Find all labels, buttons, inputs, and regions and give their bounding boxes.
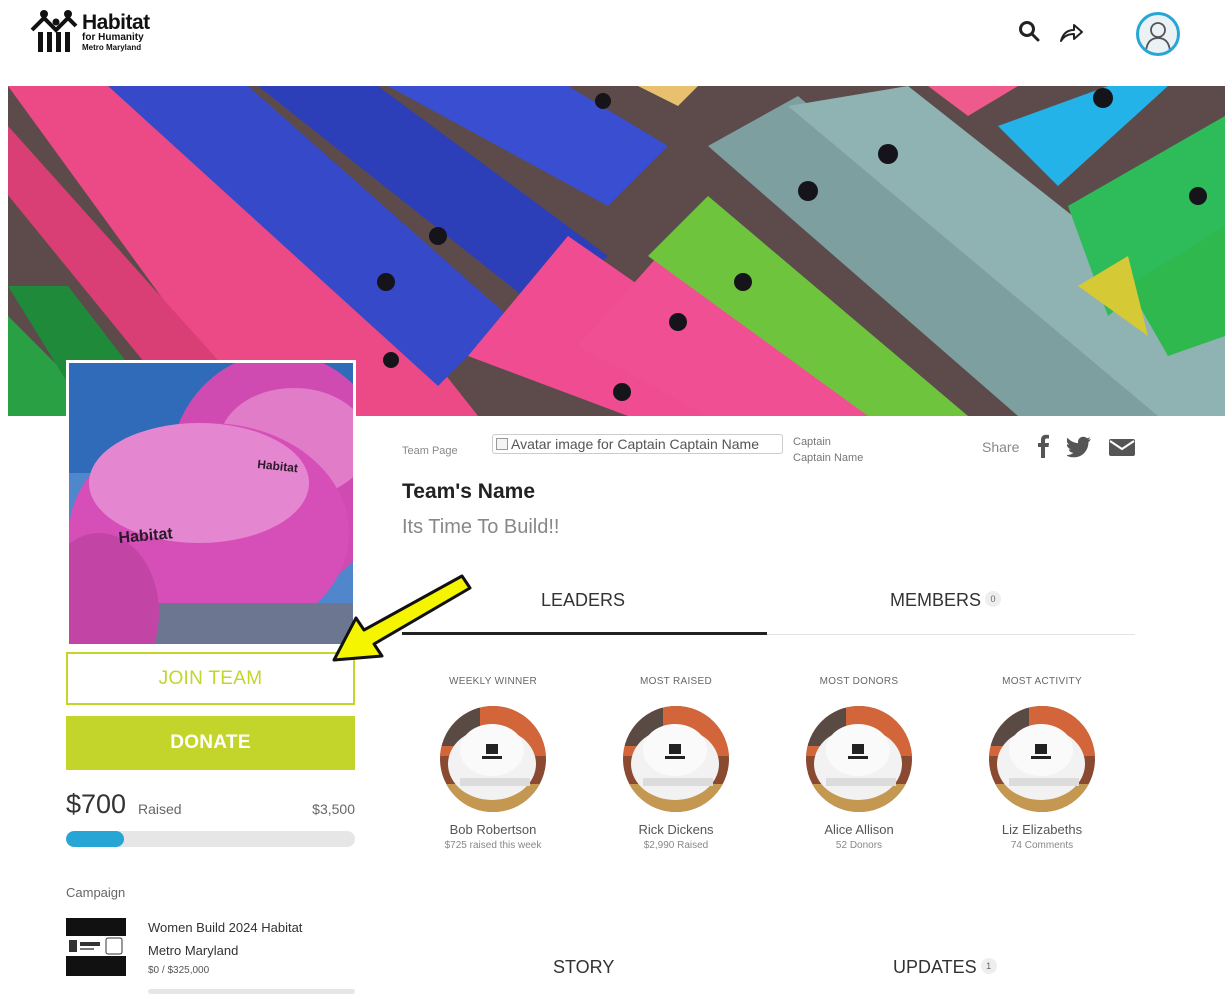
leader-card-most-donors[interactable]: MOST DONORS Alice Allison 52 Donors bbox=[769, 676, 949, 851]
leader-stat: 74 Comments bbox=[1010, 840, 1074, 851]
campaign-progress-bar bbox=[148, 989, 355, 994]
team-name: Team's Name bbox=[402, 480, 536, 503]
join-team-button[interactable]: JOIN TEAM bbox=[66, 652, 355, 705]
twitter-icon[interactable] bbox=[1067, 436, 1091, 458]
team-tagline: Its Time To Build!! bbox=[402, 516, 560, 538]
logo-subtitle: for Humanity bbox=[82, 32, 144, 43]
leader-avatar[interactable] bbox=[806, 706, 912, 812]
campaign-title-line2[interactable]: Metro Maryland bbox=[148, 943, 238, 959]
leader-name[interactable]: Bob Robertson bbox=[403, 822, 583, 837]
tab-leaders[interactable]: LEADERS bbox=[541, 590, 625, 611]
leader-name[interactable]: Liz Elizabeths bbox=[952, 822, 1132, 837]
share-label: Share bbox=[982, 439, 1020, 455]
broken-image-icon bbox=[496, 438, 508, 450]
user-avatar-icon[interactable] bbox=[1136, 12, 1180, 56]
leader-category: MOST RAISED bbox=[639, 676, 713, 687]
tab-updates[interactable]: UPDATES 1 bbox=[893, 957, 997, 978]
goal-amount: $3,500 bbox=[312, 801, 355, 817]
site-header: Habitat for Humanity Metro Maryland bbox=[0, 0, 1225, 86]
raised-amount: $700 bbox=[66, 789, 127, 819]
leader-name[interactable]: Rick Dickens bbox=[586, 822, 766, 837]
leader-stat: $2,990 Raised bbox=[643, 840, 709, 851]
tab-updates-label: UPDATES bbox=[893, 957, 977, 977]
search-icon[interactable] bbox=[1018, 20, 1040, 42]
logo-text: Habitat for Humanity Metro Maryland bbox=[82, 12, 150, 52]
team-page-label: Team Page bbox=[402, 445, 458, 457]
leader-card-most-activity[interactable]: MOST ACTIVITY Liz Elizabeths 74 Comments bbox=[952, 676, 1132, 851]
tab-members[interactable]: MEMBERS 0 bbox=[890, 590, 1002, 611]
leader-category: MOST DONORS bbox=[819, 676, 899, 687]
donate-button[interactable]: DONATE bbox=[66, 716, 355, 770]
captain-avatar-alt-text: Avatar image for Captain Captain Name bbox=[511, 436, 759, 452]
leader-category: MOST ACTIVITY bbox=[1002, 676, 1082, 687]
members-count-badge: 0 bbox=[985, 591, 1002, 607]
leader-avatar[interactable] bbox=[989, 706, 1095, 812]
campaign-amount: $0 / $325,000 bbox=[148, 965, 210, 976]
captain-label: Captain bbox=[793, 436, 831, 448]
tab-story-label: STORY bbox=[553, 957, 615, 977]
logo-region: Metro Maryland bbox=[82, 43, 142, 52]
email-icon[interactable] bbox=[1109, 437, 1135, 457]
share-icon[interactable] bbox=[1058, 20, 1084, 46]
tab-members-label: MEMBERS bbox=[890, 590, 982, 610]
logo-title: Habitat bbox=[82, 11, 150, 34]
leader-avatar[interactable] bbox=[623, 706, 729, 812]
leader-category: WEEKLY WINNER bbox=[449, 676, 537, 687]
habitat-logo[interactable]: Habitat for Humanity Metro Maryland bbox=[30, 8, 160, 60]
fundraising-progress-bar bbox=[66, 831, 355, 847]
habitat-logo-mark-icon bbox=[30, 10, 78, 52]
leader-stat: 52 Donors bbox=[835, 840, 883, 851]
tab-leaders-label: LEADERS bbox=[541, 590, 626, 610]
updates-count-badge: 1 bbox=[980, 958, 997, 974]
annotation-arrow-icon bbox=[332, 574, 472, 662]
raised-label: Raised bbox=[138, 801, 182, 817]
tab-story[interactable]: STORY bbox=[553, 957, 614, 978]
team-photo: Habitat Habitat bbox=[66, 360, 356, 647]
campaign-thumbnail[interactable] bbox=[66, 918, 126, 976]
facebook-icon[interactable] bbox=[1034, 434, 1052, 458]
leader-card-weekly-winner[interactable]: WEEKLY WINNER Bob Robertson $725 raised … bbox=[403, 676, 583, 851]
leader-name[interactable]: Alice Allison bbox=[769, 822, 949, 837]
leader-avatar[interactable] bbox=[440, 706, 546, 812]
captain-name[interactable]: Captain Name bbox=[793, 452, 863, 464]
captain-avatar-image[interactable]: Avatar image for Captain Captain Name bbox=[492, 434, 783, 454]
campaign-label: Campaign bbox=[66, 885, 126, 900]
leader-card-most-raised[interactable]: MOST RAISED Rick Dickens $2,990 Raised bbox=[586, 676, 766, 851]
progress-fill bbox=[66, 831, 124, 847]
campaign-title-line1[interactable]: Women Build 2024 Habitat bbox=[148, 920, 302, 936]
leader-stat: $725 raised this week bbox=[444, 840, 542, 851]
